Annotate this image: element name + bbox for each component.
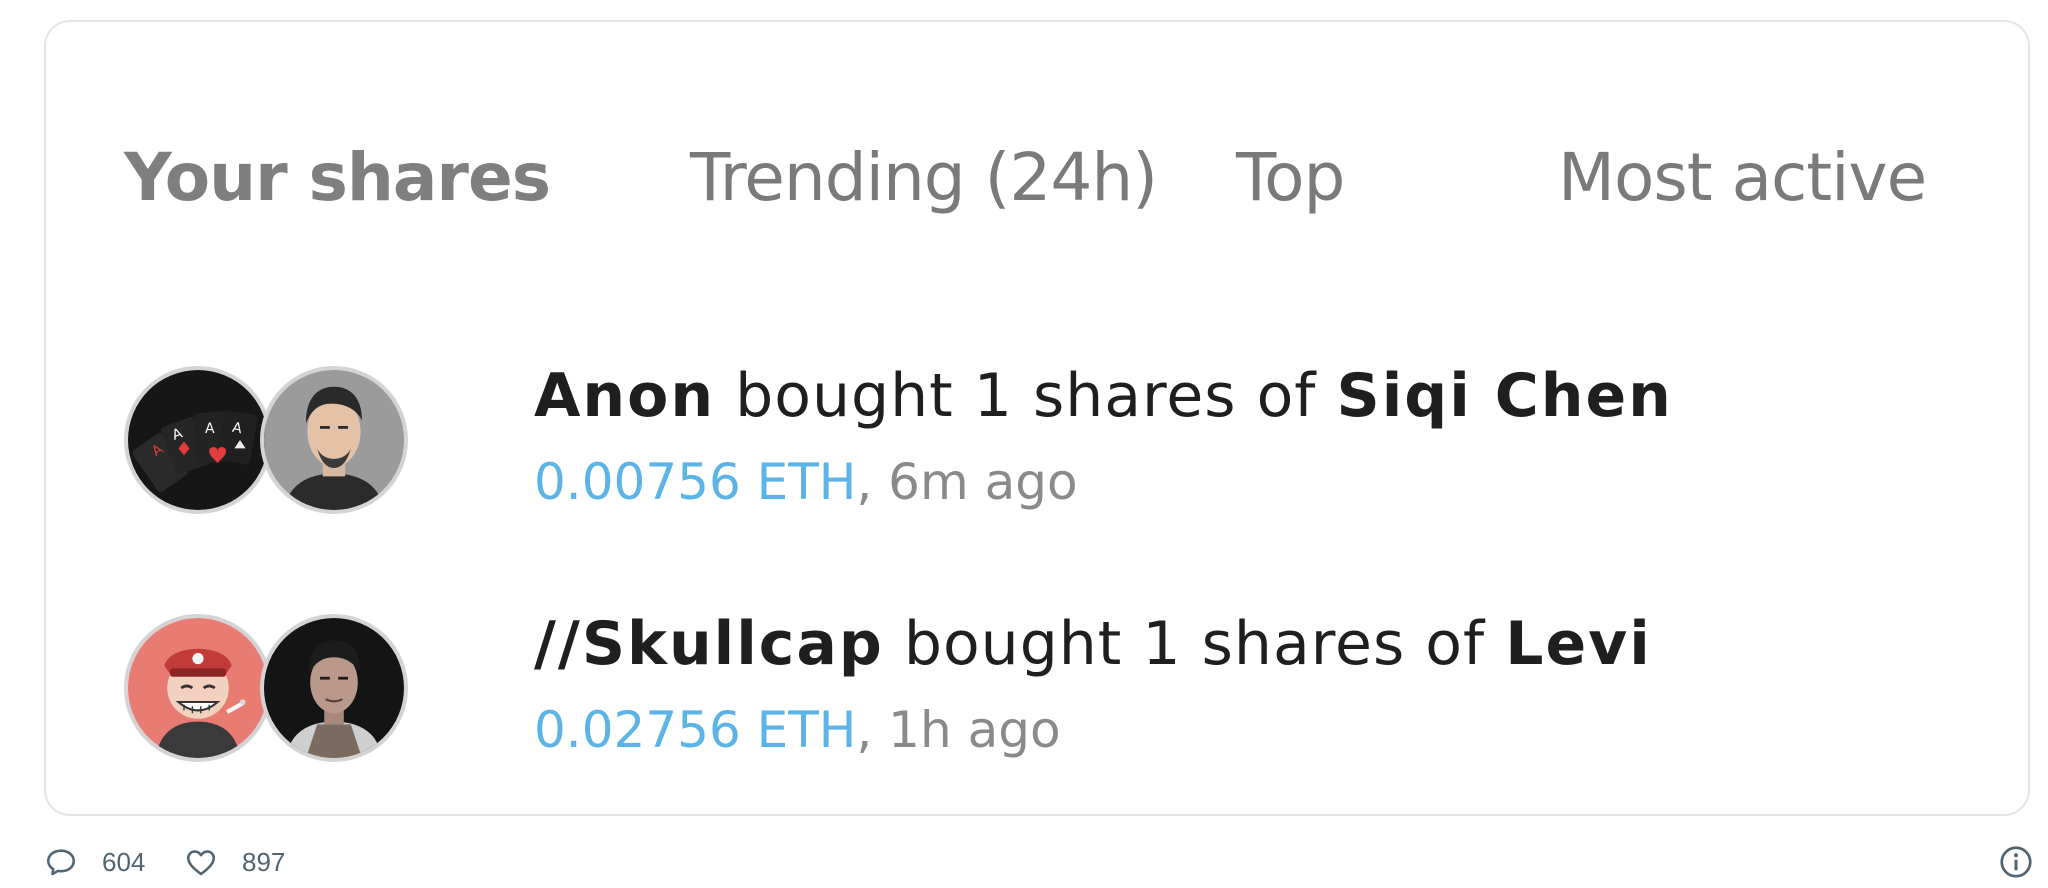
cartoon-character-avatar-icon (128, 618, 268, 758)
trade-amount[interactable]: 0.00756 ETH (534, 453, 856, 511)
trade-meta: 0.02756 ETH, 1h ago (534, 698, 1061, 762)
comment-bubble-icon (46, 849, 76, 876)
tab-trending-24h[interactable]: Trending (24h) (690, 138, 1158, 218)
like-count: 897 (242, 846, 286, 877)
buyer-avatar[interactable]: A A A A (124, 366, 272, 514)
tab-your-shares[interactable]: Your shares (124, 138, 551, 218)
info-button[interactable] (1998, 844, 2034, 880)
trade-description: Anon bought 1 shares of Siqi Chen (534, 356, 1673, 436)
tab-most-active[interactable]: Most active (1558, 138, 1927, 218)
embedded-card: Your shares Trending (24h) Top Most acti… (44, 20, 2030, 816)
buyer-name[interactable]: //Skullcap (534, 609, 884, 679)
like-button[interactable]: 897 (184, 842, 285, 882)
tab-top[interactable]: Top (1236, 138, 1345, 218)
reply-count: 604 (102, 846, 146, 877)
playing-cards-avatar-icon: A A A A (128, 370, 268, 510)
trade-action: bought 1 shares of (903, 609, 1486, 679)
info-icon (2000, 846, 2032, 878)
trade-amount[interactable]: 0.02756 ETH (534, 701, 856, 759)
buyer-name[interactable]: Anon (534, 361, 715, 431)
trade-action: bought 1 shares of (735, 361, 1317, 431)
trade-time: , 6m ago (856, 453, 1078, 511)
trade-meta: 0.00756 ETH, 6m ago (534, 450, 1078, 514)
reply-button[interactable]: 604 (44, 842, 145, 882)
subject-name[interactable]: Siqi Chen (1337, 361, 1673, 431)
buyer-avatar[interactable] (124, 614, 272, 762)
trade-time: , 1h ago (856, 701, 1061, 759)
trade-row: //Skullcap bought 1 shares of Levi 0.027… (124, 594, 1924, 762)
svg-text:A: A (205, 421, 215, 437)
man-portrait-avatar-icon (264, 370, 404, 510)
subject-avatar[interactable] (260, 366, 408, 514)
subject-avatar[interactable] (260, 614, 408, 762)
heart-icon (186, 850, 216, 876)
trade-row: A A A A Anon bought 1 shares of Siqi Che… (124, 346, 1924, 514)
post-footer: 604 897 (44, 842, 2034, 882)
trade-description: //Skullcap bought 1 shares of Levi (534, 604, 1652, 684)
man-portrait-avatar-icon (264, 618, 404, 758)
subject-name[interactable]: Levi (1505, 609, 1652, 679)
